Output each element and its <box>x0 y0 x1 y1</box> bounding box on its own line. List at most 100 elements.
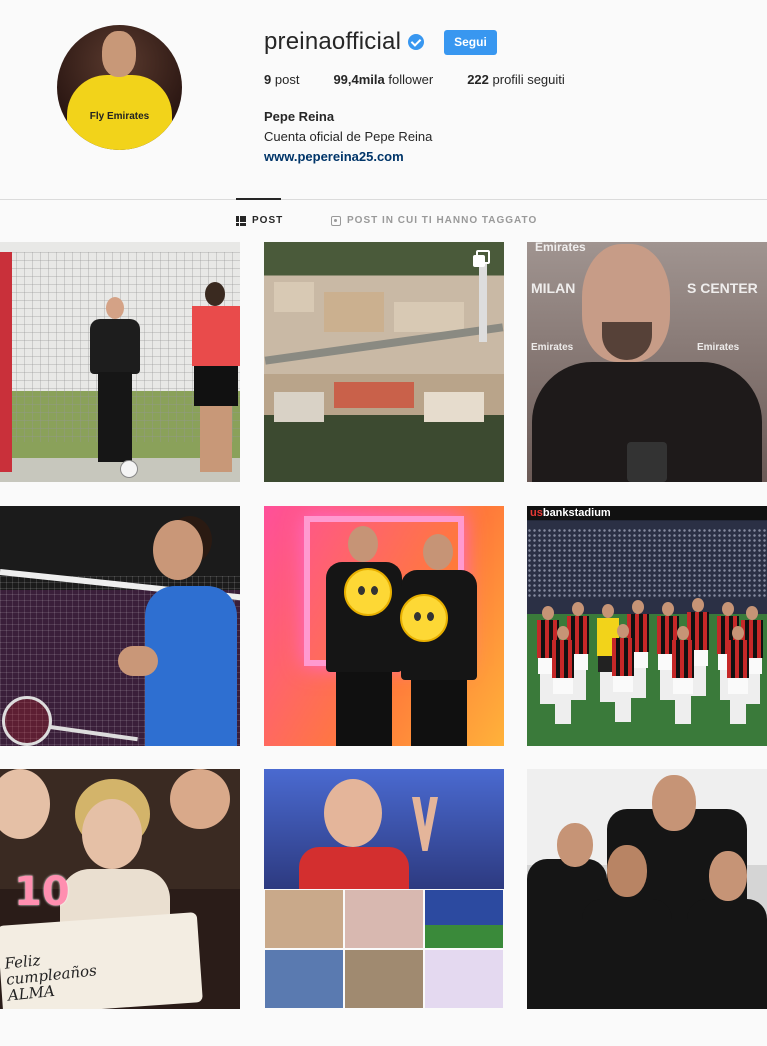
post-thumbnail-emoji-signs[interactable] <box>264 506 504 746</box>
player-head <box>153 520 203 580</box>
bottom-bar <box>0 1010 767 1046</box>
building <box>394 302 464 332</box>
stadium-banner: usbankstadium <box>527 506 767 520</box>
carousel-icon <box>473 250 490 267</box>
post-thumbnail-birthday[interactable]: 10 Feliz cumpleaños ALMA <box>0 769 240 1009</box>
banner-prefix: us <box>530 507 543 519</box>
building <box>324 292 384 332</box>
post-thumbnail-badminton[interactable] <box>0 506 240 746</box>
microphone <box>627 442 667 482</box>
wall-text: S CENTER <box>687 280 758 296</box>
player-shorts <box>553 678 573 694</box>
follow-button[interactable]: Segui <box>444 29 497 55</box>
post-thumbnail-press-conference[interactable]: Emirates MILAN S CENTER Emirates Emirate… <box>527 242 767 482</box>
profile-avatar[interactable]: Fly Emirates <box>57 25 182 150</box>
player-head <box>557 626 569 640</box>
cake-writing: Feliz cumpleaños ALMA <box>4 946 99 1004</box>
full-name: Pepe Reina <box>264 109 335 124</box>
bio-text: Cuenta oficial de Pepe Reina <box>264 129 433 144</box>
candle-number: 10 <box>14 869 70 915</box>
player <box>672 626 694 726</box>
building <box>334 382 414 408</box>
building <box>274 392 324 422</box>
person-legs <box>411 680 467 746</box>
player-head <box>617 624 629 638</box>
profile-header: Fly Emirates preinaofficial Segui 9 post… <box>0 0 767 200</box>
post-thumbnail-group-selfie[interactable] <box>527 769 767 1009</box>
wall-sponsor-text: Emirates <box>697 342 740 353</box>
post-thumbnail-city[interactable] <box>264 242 504 482</box>
player-head <box>692 598 704 612</box>
football <box>120 460 138 478</box>
username-row: preinaofficial Segui <box>264 28 497 56</box>
racket <box>2 696 52 746</box>
trainer-head <box>205 282 225 306</box>
person-right <box>399 534 479 746</box>
following-count-label: profili seguiti <box>492 72 565 87</box>
player-shorts <box>728 678 748 694</box>
person-head <box>607 845 647 897</box>
collage-tile <box>344 949 424 1009</box>
person-head <box>652 775 696 831</box>
active-tab-indicator <box>236 198 281 200</box>
tab-tagged-label: POST IN CUI TI HANNO TAGGATO <box>347 215 538 226</box>
player-arm <box>118 646 158 676</box>
post-thumbnail-team-photo[interactable]: usbankstadium <box>527 506 767 746</box>
player-shorts <box>613 676 633 692</box>
website-link[interactable]: www.pepereina25.com <box>264 147 432 167</box>
collapsed-bridge <box>264 323 504 365</box>
player-legs <box>555 694 571 724</box>
child-face <box>0 769 50 839</box>
person-body <box>687 899 767 1009</box>
posts-count-label: post <box>274 72 300 87</box>
player-jersey <box>552 640 574 678</box>
goalkeeper-legs <box>98 372 132 462</box>
tabs-divider <box>0 199 767 200</box>
person-head <box>709 851 747 901</box>
grid-icon <box>236 215 246 226</box>
player-jersey <box>727 640 749 678</box>
following-count-value: 222 <box>467 72 489 87</box>
followers-count-value: 99,4mila <box>333 72 385 87</box>
banner-text: bankstadium <box>542 507 611 519</box>
person-left <box>324 526 404 746</box>
player-jersey <box>672 640 694 678</box>
person-body <box>582 899 672 1009</box>
followers-count-label: follower <box>388 72 434 87</box>
goal-post <box>0 252 12 472</box>
player-head <box>732 626 744 640</box>
player-head <box>632 600 644 614</box>
collage-tile <box>424 889 504 949</box>
posts-count: 9 post <box>264 72 299 87</box>
person-head <box>557 823 593 867</box>
followers-count[interactable]: 99,4mila follower <box>333 72 433 87</box>
following-count[interactable]: 222 profili seguiti <box>467 72 565 87</box>
player-head <box>542 606 554 620</box>
avatar-head <box>102 31 136 77</box>
player-legs <box>730 694 746 724</box>
tab-posts-label: POST <box>252 215 284 226</box>
player-head <box>572 602 584 616</box>
tab-tagged[interactable]: POST IN CUI TI HANNO TAGGATO <box>331 215 537 226</box>
collage-tile <box>344 889 424 949</box>
player-legs <box>615 692 631 722</box>
player-head <box>746 606 758 620</box>
wall-sponsor-text: Emirates <box>535 242 586 254</box>
person-head <box>348 526 378 562</box>
stadium-crowd <box>527 528 767 598</box>
tab-posts[interactable]: POST <box>236 215 283 226</box>
laugh-emoji-icon <box>400 594 448 642</box>
player-head <box>677 626 689 640</box>
player-head <box>722 602 734 616</box>
player-shorts <box>673 678 693 694</box>
trainer-legs <box>200 406 232 472</box>
post-thumbnail-collage[interactable] <box>264 769 504 1009</box>
player-legs <box>675 694 691 724</box>
player-body <box>145 586 237 746</box>
player <box>552 626 574 726</box>
trainer-body <box>192 306 240 366</box>
post-thumbnail-training[interactable] <box>0 242 240 482</box>
player <box>727 626 749 726</box>
posts-count-value: 9 <box>264 72 272 87</box>
tagged-icon <box>331 215 341 226</box>
